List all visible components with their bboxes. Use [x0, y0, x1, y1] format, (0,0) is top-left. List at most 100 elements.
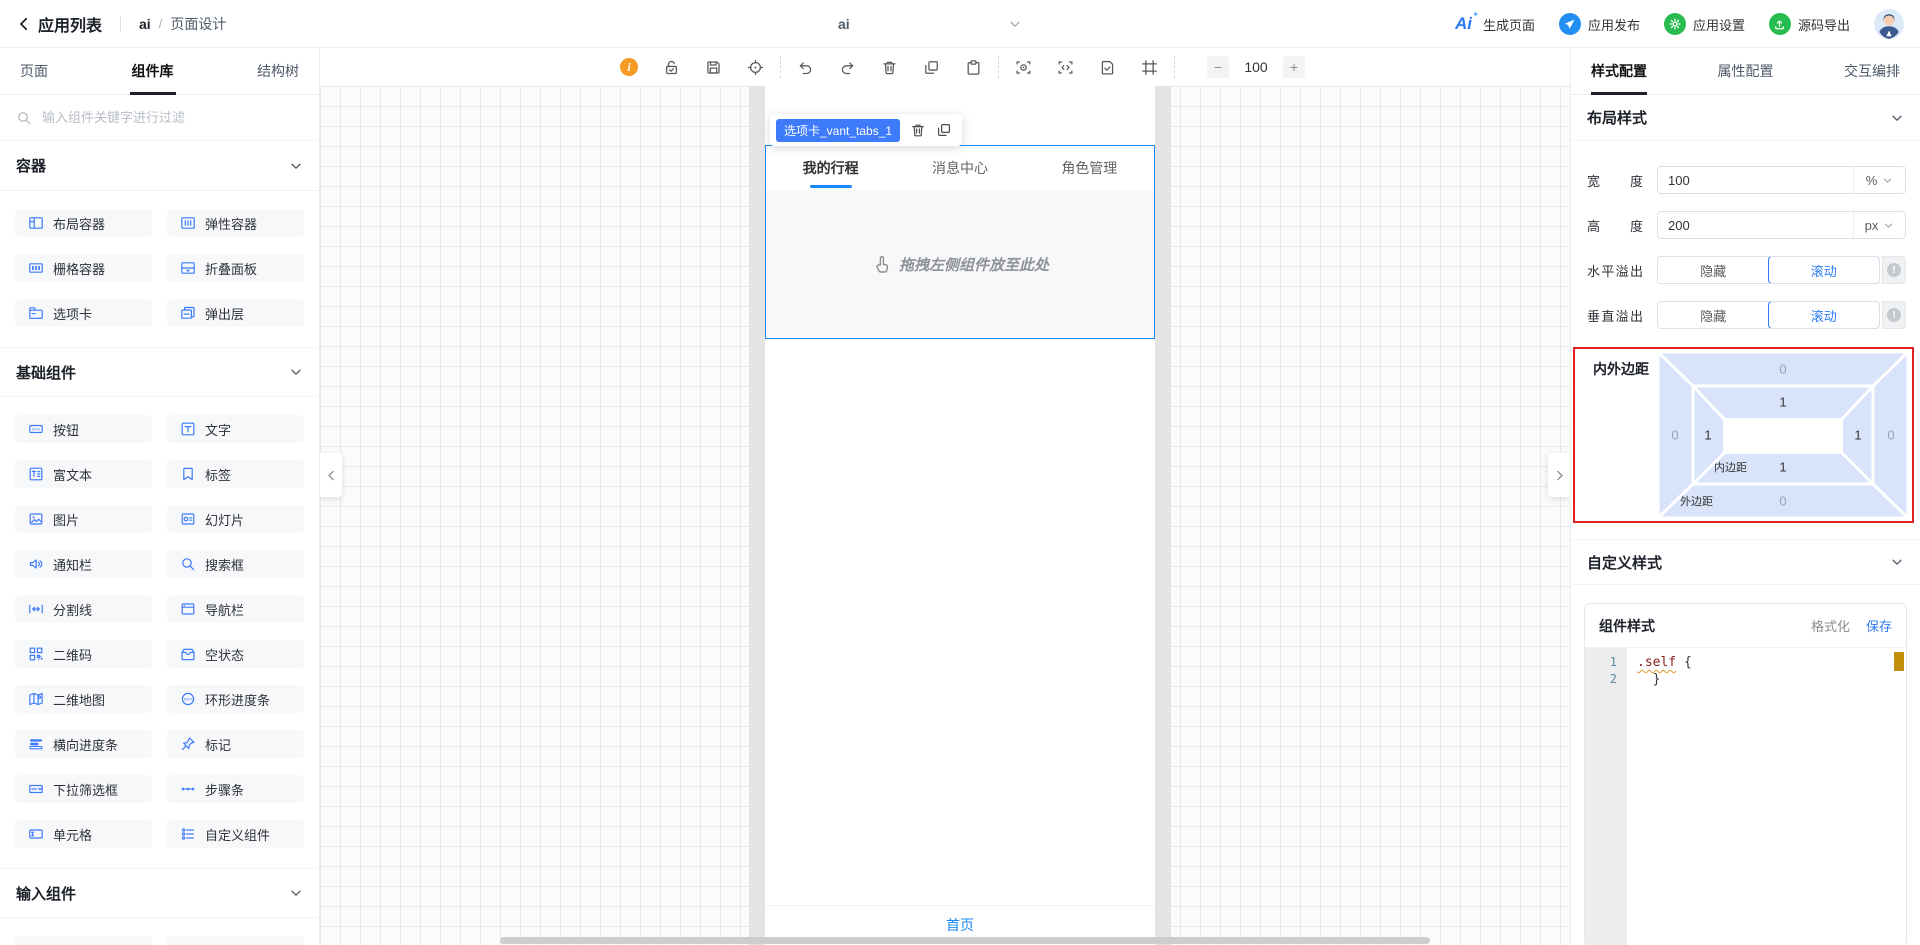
- h-overflow-hidden-option[interactable]: 隐藏: [1658, 257, 1769, 283]
- padding-top-value[interactable]: 1: [1779, 395, 1786, 410]
- css-code-editor[interactable]: 1 2 .self { }: [1585, 648, 1906, 945]
- source-code-icon[interactable]: [1057, 59, 1074, 76]
- vant-tab-message-center[interactable]: 消息中心: [895, 146, 1024, 190]
- unlock-icon[interactable]: [663, 59, 680, 76]
- delete-component-icon[interactable]: [910, 122, 926, 138]
- canvas-right-gutter: [1155, 86, 1171, 945]
- vant-tab-role-management[interactable]: 角色管理: [1025, 146, 1154, 190]
- tab-pages[interactable]: 页面: [16, 48, 52, 95]
- padding-right-value[interactable]: 1: [1854, 428, 1861, 443]
- section-input-header[interactable]: 输入组件: [0, 868, 319, 918]
- sidebar-item-layout-container[interactable]: 布局容器: [15, 209, 152, 237]
- breadcrumb-app[interactable]: ai: [139, 16, 151, 32]
- save-icon[interactable]: [705, 59, 722, 76]
- collapse-right-panel-button[interactable]: [1548, 453, 1570, 497]
- tab-props-config[interactable]: 属性配置: [1718, 48, 1774, 95]
- paste-clipboard-icon[interactable]: [965, 59, 982, 76]
- preview-icon[interactable]: [1015, 59, 1032, 76]
- sidebar-item-flex-container[interactable]: 弹性容器: [167, 209, 304, 237]
- selected-tabs-component[interactable]: 我的行程 消息中心 角色管理 拖拽左侧组件放至此处: [765, 145, 1155, 339]
- sidebar-item-map-2d[interactable]: 二维地图: [15, 685, 152, 713]
- sidebar-item-text[interactable]: 文字: [167, 415, 304, 443]
- sidebar-item-search-box[interactable]: 搜索框: [167, 550, 304, 578]
- v-overflow-info-button[interactable]: [1882, 301, 1906, 329]
- height-unit-select[interactable]: px: [1853, 212, 1905, 238]
- app-settings-button[interactable]: 应用设置: [1664, 13, 1745, 35]
- sidebar-item-collapse-panel[interactable]: 折叠面板: [167, 254, 304, 282]
- duplicate-icon[interactable]: [923, 59, 940, 76]
- sidebar-item-image[interactable]: 图片: [15, 505, 152, 533]
- publish-app-button[interactable]: 应用发布: [1559, 13, 1640, 35]
- redo-icon[interactable]: [839, 59, 856, 76]
- user-avatar[interactable]: [1874, 9, 1904, 39]
- sidebar-item-popup-layer[interactable]: 弹出层: [167, 299, 304, 327]
- search-input[interactable]: [40, 109, 303, 126]
- sidebar-item-cell[interactable]: 单元格: [15, 820, 152, 848]
- sidebar-item-button[interactable]: BTN 按钮: [15, 415, 152, 443]
- padding-bottom-value[interactable]: 1: [1779, 460, 1786, 475]
- tab-content-drop-zone[interactable]: 拖拽左侧组件放至此处: [766, 190, 1154, 338]
- sidebar-item-tabs[interactable]: 选项卡: [15, 299, 152, 327]
- sidebar-item-steps[interactable]: 步骤条: [167, 775, 304, 803]
- generate-page-button[interactable]: Ai✦ 生成页面: [1455, 14, 1535, 34]
- sidebar-item-dropdown-filter[interactable]: 下拉筛选框: [15, 775, 152, 803]
- horizontal-scrollbar[interactable]: [500, 937, 1430, 944]
- custom-style-section-header[interactable]: 自定义样式: [1571, 539, 1920, 585]
- zoom-in-button[interactable]: +: [1283, 56, 1305, 78]
- sidebar-item-notice-bar[interactable]: 通知栏: [15, 550, 152, 578]
- v-overflow-hidden-option[interactable]: 隐藏: [1658, 302, 1769, 328]
- back-to-app-list[interactable]: 应用列表: [16, 12, 102, 36]
- margin-right-value[interactable]: 0: [1887, 428, 1894, 443]
- section-basic-header[interactable]: 基础组件: [0, 347, 319, 397]
- canvas-grid-area[interactable]: 我的行程 消息中心 角色管理 拖拽左侧组件放至此处 首页 选: [320, 86, 1570, 945]
- width-unit-select[interactable]: %: [1853, 167, 1905, 193]
- exclamation-icon: [1887, 263, 1901, 277]
- copy-component-icon[interactable]: [936, 122, 952, 138]
- tab-style-config[interactable]: 样式配置: [1591, 48, 1647, 95]
- sidebar-item-divider[interactable]: 分割线: [15, 595, 152, 623]
- phone-viewport[interactable]: 我的行程 消息中心 角色管理 拖拽左侧组件放至此处 首页: [765, 86, 1155, 945]
- h-overflow-info-button[interactable]: [1882, 256, 1906, 284]
- box-model-diagram[interactable]: 0 0 0 0 1 1 1 1 内边距 外边距: [1658, 352, 1908, 518]
- safe-area-frame-icon[interactable]: [1141, 59, 1158, 76]
- tab-component-library[interactable]: 组件库: [128, 48, 178, 95]
- box-model-widget[interactable]: 内外边距 0 0 0 0 1 1: [1573, 347, 1914, 523]
- undo-icon[interactable]: [797, 59, 814, 76]
- export-source-button[interactable]: 源码导出: [1769, 13, 1850, 35]
- page-check-icon[interactable]: [1099, 59, 1116, 76]
- zoom-out-button[interactable]: −: [1207, 56, 1229, 78]
- section-containers-header[interactable]: 容器: [0, 141, 319, 191]
- sidebar-item-grid-container[interactable]: 栅格容器: [15, 254, 152, 282]
- locate-crosshair-icon[interactable]: [747, 59, 764, 76]
- info-icon[interactable]: i: [620, 58, 638, 76]
- sidebar-item-custom-component[interactable]: 自定义组件: [167, 820, 304, 848]
- editor-code[interactable]: .self { }: [1627, 648, 1906, 945]
- sidebar-item-qrcode[interactable]: 二维码: [15, 640, 152, 668]
- sidebar-item-marker[interactable]: 标记: [167, 730, 304, 758]
- collapse-left-panel-button[interactable]: [320, 453, 342, 497]
- margin-bottom-value[interactable]: 0: [1779, 494, 1786, 509]
- sidebar-item-empty-state[interactable]: 空状态: [167, 640, 304, 668]
- sidebar-item-circle-progress[interactable]: 100% 环形进度条: [167, 685, 304, 713]
- v-overflow-scroll-option[interactable]: 滚动: [1768, 301, 1881, 329]
- height-input[interactable]: [1658, 218, 1853, 233]
- page-selector-dropdown[interactable]: ai: [838, 0, 1022, 48]
- format-button[interactable]: 格式化: [1811, 616, 1850, 635]
- sidebar-item-slideshow[interactable]: 幻灯片: [167, 505, 304, 533]
- layout-style-section-header[interactable]: 布局样式: [1571, 95, 1920, 141]
- h-overflow-scroll-option[interactable]: 滚动: [1768, 256, 1881, 284]
- tab-structure-tree[interactable]: 结构树: [253, 48, 303, 95]
- sidebar-item-h-progress[interactable]: 横向进度条: [15, 730, 152, 758]
- width-input[interactable]: [1658, 173, 1853, 188]
- padding-left-value[interactable]: 1: [1704, 428, 1711, 443]
- sidebar-item-tag[interactable]: 标签: [167, 460, 304, 488]
- selected-component-chip[interactable]: 选项卡_vant_tabs_1: [776, 119, 900, 142]
- margin-left-value[interactable]: 0: [1671, 428, 1678, 443]
- vant-tab-my-trips[interactable]: 我的行程: [766, 146, 895, 190]
- save-style-button[interactable]: 保存: [1866, 616, 1892, 635]
- tab-interaction-config[interactable]: 交互编排: [1844, 48, 1900, 95]
- delete-trash-icon[interactable]: [881, 59, 898, 76]
- margin-top-value[interactable]: 0: [1779, 362, 1786, 377]
- sidebar-item-rich-text[interactable]: 富文本: [15, 460, 152, 488]
- sidebar-item-navbar[interactable]: 导航栏: [167, 595, 304, 623]
